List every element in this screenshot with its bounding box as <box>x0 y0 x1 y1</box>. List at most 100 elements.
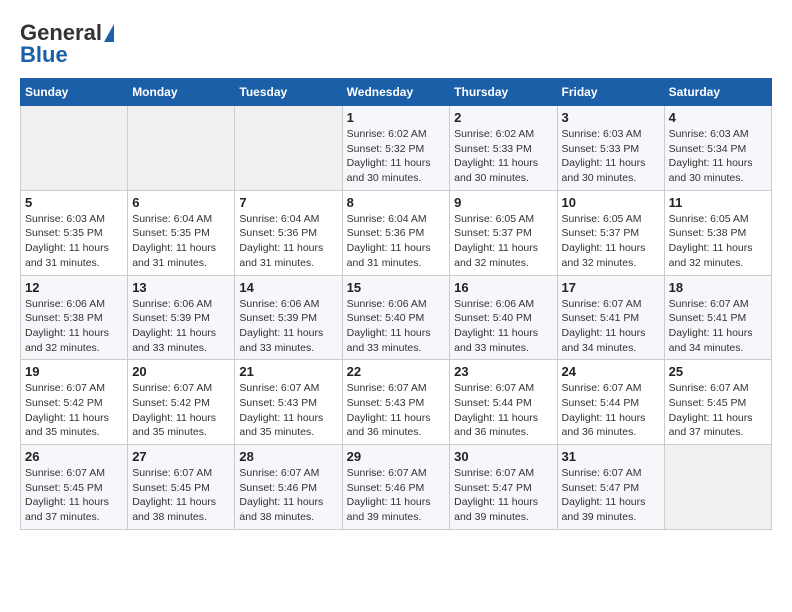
calendar-cell: 10Sunrise: 6:05 AMSunset: 5:37 PMDayligh… <box>557 190 664 275</box>
calendar-cell: 18Sunrise: 6:07 AMSunset: 5:41 PMDayligh… <box>664 275 771 360</box>
day-info: Sunrise: 6:07 AMSunset: 5:47 PMDaylight:… <box>562 466 660 525</box>
day-info: Sunrise: 6:07 AMSunset: 5:46 PMDaylight:… <box>239 466 337 525</box>
day-info: Sunrise: 6:06 AMSunset: 5:39 PMDaylight:… <box>239 297 337 356</box>
day-info: Sunrise: 6:07 AMSunset: 5:43 PMDaylight:… <box>239 381 337 440</box>
page-header: General Blue <box>20 20 772 68</box>
daylight-text: Daylight: 11 hours and 33 minutes. <box>239 326 337 355</box>
day-info: Sunrise: 6:07 AMSunset: 5:47 PMDaylight:… <box>454 466 552 525</box>
daylight-text: Daylight: 11 hours and 31 minutes. <box>239 241 337 270</box>
day-number: 25 <box>669 364 767 379</box>
sunset-text: Sunset: 5:46 PM <box>347 481 446 496</box>
day-info: Sunrise: 6:02 AMSunset: 5:32 PMDaylight:… <box>347 127 446 186</box>
sunrise-text: Sunrise: 6:06 AM <box>347 297 446 312</box>
header-cell-wednesday: Wednesday <box>342 79 450 106</box>
daylight-text: Daylight: 11 hours and 38 minutes. <box>132 495 230 524</box>
header-row: SundayMondayTuesdayWednesdayThursdayFrid… <box>21 79 772 106</box>
sunrise-text: Sunrise: 6:07 AM <box>669 381 767 396</box>
sunset-text: Sunset: 5:46 PM <box>239 481 337 496</box>
daylight-text: Daylight: 11 hours and 36 minutes. <box>454 411 552 440</box>
sunset-text: Sunset: 5:41 PM <box>669 311 767 326</box>
sunset-text: Sunset: 5:38 PM <box>25 311 123 326</box>
sunrise-text: Sunrise: 6:07 AM <box>454 466 552 481</box>
calendar-header: SundayMondayTuesdayWednesdayThursdayFrid… <box>21 79 772 106</box>
day-info: Sunrise: 6:03 AMSunset: 5:33 PMDaylight:… <box>562 127 660 186</box>
day-number: 8 <box>347 195 446 210</box>
calendar-cell: 9Sunrise: 6:05 AMSunset: 5:37 PMDaylight… <box>450 190 557 275</box>
calendar-cell <box>128 106 235 191</box>
calendar-cell: 7Sunrise: 6:04 AMSunset: 5:36 PMDaylight… <box>235 190 342 275</box>
calendar-cell: 1 Sunrise: 6:02 AMSunset: 5:32 PMDaylight… <box>342 106 450 191</box>
daylight-text: Daylight: 11 hours and 32 minutes. <box>669 241 767 270</box>
day-info: Sunrise: 6:04 AMSunset: 5:36 PMDaylight:… <box>239 212 337 271</box>
calendar-week-0: 1 Sunrise: 6:02 AMSunset: 5:32 PMDaylight… <box>21 106 772 191</box>
day-info: Sunrise: 6:02 AMSunset: 5:33 PMDaylight:… <box>454 127 552 186</box>
calendar-cell: 14 Sunrise: 6:06 AMSunset: 5:39 PMDayligh… <box>235 275 342 360</box>
day-info: Sunrise: 6:07 AMSunset: 5:44 PMDaylight:… <box>562 381 660 440</box>
day-number: 31 <box>562 449 660 464</box>
day-info: Sunrise: 6:07 AMSunset: 5:45 PMDaylight:… <box>669 381 767 440</box>
logo-blue: Blue <box>20 42 68 68</box>
calendar-cell: 19 Sunrise: 6:07 AMSunset: 5:42 PMDayligh… <box>21 360 128 445</box>
sunset-text: Sunset: 5:36 PM <box>347 226 446 241</box>
sunrise-text: Sunrise: 6:07 AM <box>132 381 230 396</box>
day-number: 14 <box>239 280 337 295</box>
day-number: 4 <box>669 110 767 125</box>
calendar-week-1: 5Sunrise: 6:03 AMSunset: 5:35 PMDaylight… <box>21 190 772 275</box>
day-number: 18 <box>669 280 767 295</box>
day-number: 11 <box>669 195 767 210</box>
sunrise-text: Sunrise: 6:05 AM <box>669 212 767 227</box>
calendar-cell <box>235 106 342 191</box>
sunset-text: Sunset: 5:39 PM <box>132 311 230 326</box>
calendar-week-3: 19Sunrise: 6:07 AMSunset: 5:42 PMDayligh… <box>21 360 772 445</box>
calendar-cell: 13Sunrise: 6:06 AMSunset: 5:39 PMDayligh… <box>128 275 235 360</box>
sunset-text: Sunset: 5:39 PM <box>239 311 337 326</box>
day-info: Sunrise: 6:07 AMSunset: 5:44 PMDaylight:… <box>454 381 552 440</box>
sunset-text: Sunset: 5:33 PM <box>562 142 660 157</box>
sunset-text: Sunset: 5:44 PM <box>454 396 552 411</box>
sunrise-text: Sunrise: 6:05 AM <box>454 212 552 227</box>
daylight-text: Daylight: 11 hours and 36 minutes. <box>562 411 660 440</box>
day-info: Sunrise: 6:07 AMSunset: 5:42 PMDaylight:… <box>25 381 123 440</box>
daylight-text: Daylight: 11 hours and 35 minutes. <box>132 411 230 440</box>
day-number: 2 <box>454 110 552 125</box>
sunrise-text: Sunrise: 6:03 AM <box>25 212 123 227</box>
daylight-text: Daylight: 11 hours and 33 minutes. <box>454 326 552 355</box>
sunrise-text: Sunrise: 6:07 AM <box>132 466 230 481</box>
daylight-text: Daylight: 11 hours and 38 minutes. <box>239 495 337 524</box>
day-info: Sunrise: 6:06 AMSunset: 5:38 PMDaylight:… <box>25 297 123 356</box>
day-number: 1 <box>347 110 446 125</box>
day-number: 19 <box>25 364 123 379</box>
day-number: 13 <box>132 280 230 295</box>
day-number: 22 <box>347 364 446 379</box>
calendar-cell: 26Sunrise: 6:07 AMSunset: 5:45 PMDayligh… <box>21 445 128 530</box>
calendar-cell: 31 Sunrise: 6:07 AMSunset: 5:47 PMDayligh… <box>557 445 664 530</box>
calendar-cell <box>21 106 128 191</box>
sunrise-text: Sunrise: 6:03 AM <box>562 127 660 142</box>
daylight-text: Daylight: 11 hours and 39 minutes. <box>562 495 660 524</box>
calendar-cell: 2 Sunrise: 6:02 AMSunset: 5:33 PMDaylight… <box>450 106 557 191</box>
sunset-text: Sunset: 5:43 PM <box>239 396 337 411</box>
day-info: Sunrise: 6:04 AMSunset: 5:36 PMDaylight:… <box>347 212 446 271</box>
day-number: 20 <box>132 364 230 379</box>
calendar-cell: 23Sunrise: 6:07 AMSunset: 5:44 PMDayligh… <box>450 360 557 445</box>
day-info: Sunrise: 6:07 AMSunset: 5:43 PMDaylight:… <box>347 381 446 440</box>
sunset-text: Sunset: 5:42 PM <box>132 396 230 411</box>
calendar-cell: 16Sunrise: 6:06 AMSunset: 5:40 PMDayligh… <box>450 275 557 360</box>
calendar-week-4: 26Sunrise: 6:07 AMSunset: 5:45 PMDayligh… <box>21 445 772 530</box>
day-number: 16 <box>454 280 552 295</box>
sunset-text: Sunset: 5:40 PM <box>454 311 552 326</box>
sunrise-text: Sunrise: 6:07 AM <box>239 381 337 396</box>
sunrise-text: Sunrise: 6:07 AM <box>25 466 123 481</box>
sunrise-text: Sunrise: 6:07 AM <box>454 381 552 396</box>
day-info: Sunrise: 6:07 AMSunset: 5:46 PMDaylight:… <box>347 466 446 525</box>
calendar-cell: 11Sunrise: 6:05 AMSunset: 5:38 PMDayligh… <box>664 190 771 275</box>
sunrise-text: Sunrise: 6:04 AM <box>132 212 230 227</box>
calendar-cell: 30Sunrise: 6:07 AMSunset: 5:47 PMDayligh… <box>450 445 557 530</box>
calendar-cell: 8 Sunrise: 6:04 AMSunset: 5:36 PMDaylight… <box>342 190 450 275</box>
day-number: 9 <box>454 195 552 210</box>
sunset-text: Sunset: 5:47 PM <box>454 481 552 496</box>
day-info: Sunrise: 6:07 AMSunset: 5:45 PMDaylight:… <box>132 466 230 525</box>
calendar-table: SundayMondayTuesdayWednesdayThursdayFrid… <box>20 78 772 530</box>
sunset-text: Sunset: 5:36 PM <box>239 226 337 241</box>
calendar-cell: 3Sunrise: 6:03 AMSunset: 5:33 PMDaylight… <box>557 106 664 191</box>
